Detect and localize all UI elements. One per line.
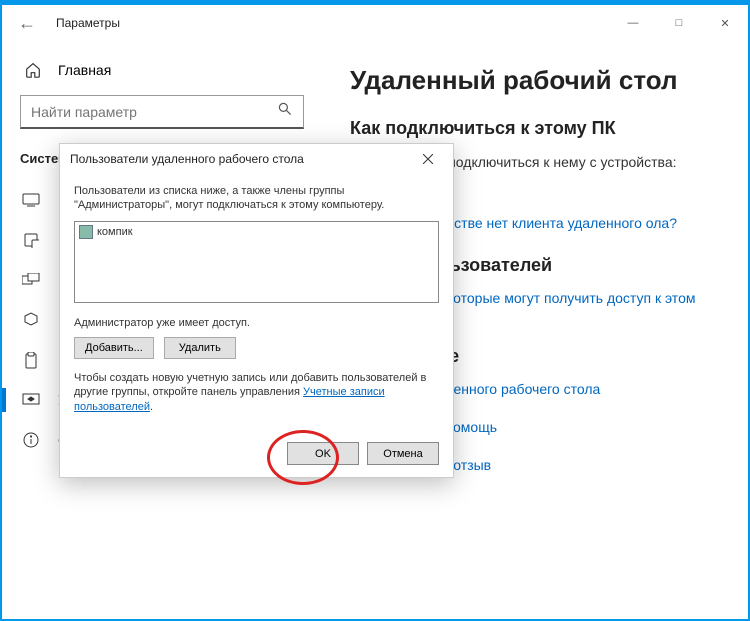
user-name: компик — [97, 226, 133, 238]
dialog-note: Чтобы создать новую учетную запись или д… — [74, 371, 439, 416]
shared-icon — [22, 311, 40, 329]
user-list[interactable]: компик — [74, 221, 439, 303]
dialog-description: Пользователи из списка ниже, а также чле… — [74, 184, 439, 213]
multitask-icon — [22, 271, 40, 289]
search-icon — [277, 101, 293, 122]
user-list-item[interactable]: компик — [77, 224, 436, 240]
display-icon — [22, 191, 40, 209]
close-window-button[interactable]: ✕ — [702, 8, 748, 38]
dialog-title: Пользователи удаленного рабочего стола — [70, 152, 304, 166]
search-input-container[interactable] — [20, 95, 304, 129]
nav-home-label: Главная — [58, 62, 111, 78]
user-icon — [79, 225, 93, 239]
window-title: Параметры — [56, 16, 120, 30]
dialog-close-button[interactable] — [413, 147, 443, 171]
tablet-icon — [22, 231, 40, 249]
clipboard-icon — [22, 351, 40, 369]
section-connect-title: Как подключиться к этому ПК — [350, 118, 728, 139]
nav-home[interactable]: Главная — [20, 53, 304, 95]
page-title: Удаленный рабочий стол — [350, 65, 728, 96]
cancel-button[interactable]: Отмена — [367, 442, 439, 465]
remote-desktop-icon — [22, 391, 40, 409]
maximize-button[interactable]: □ — [656, 8, 702, 38]
admin-note: Администратор уже имеет доступ. — [74, 317, 439, 329]
minimize-button[interactable]: ― — [610, 8, 656, 38]
info-icon — [22, 431, 40, 449]
back-button[interactable]: ← — [12, 8, 42, 38]
remove-user-button[interactable]: Удалить — [164, 337, 236, 359]
ok-button[interactable]: OK — [287, 442, 359, 465]
add-user-button[interactable]: Добавить... — [74, 337, 154, 359]
home-icon — [24, 61, 42, 79]
search-input[interactable] — [31, 104, 277, 120]
remote-users-dialog: Пользователи удаленного рабочего стола П… — [59, 143, 454, 478]
